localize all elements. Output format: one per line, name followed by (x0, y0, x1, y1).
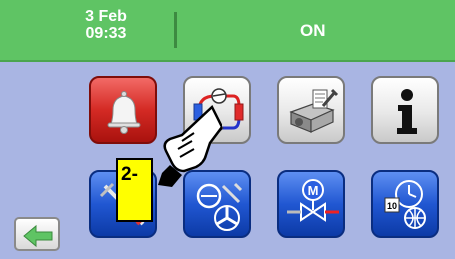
info-icon (397, 89, 417, 134)
alarm-button[interactable] (89, 76, 157, 144)
left-arrow-icon (23, 224, 53, 248)
alarm-bell-icon (107, 91, 141, 134)
header-divider (174, 12, 177, 48)
main-menu-screen: 3 Feb 09:33 ON M 10 2- (0, 0, 455, 259)
unit-status: ON (300, 21, 326, 40)
svg-text:10: 10 (387, 201, 397, 211)
time-text: 09:33 (85, 25, 127, 42)
datetime: 3 Feb 09:33 (66, 8, 146, 42)
svg-text:M: M (308, 183, 319, 198)
motor-valve-button[interactable]: M (277, 170, 345, 238)
date-text: 3 Feb (85, 8, 127, 25)
status-header: 3 Feb 09:33 ON (0, 0, 455, 62)
motor-valve-icon: M (287, 179, 339, 222)
calendar-clock-globe-button[interactable]: 10 (371, 170, 439, 238)
step-callout: 2- (116, 158, 153, 222)
calendar-clock-globe-icon: 10 (384, 180, 426, 229)
step-label: 2- (121, 164, 138, 185)
back-button[interactable] (14, 217, 60, 251)
info-button[interactable] (371, 76, 439, 144)
unit-settings-icon (289, 88, 339, 133)
pointing-hand-icon (158, 104, 222, 187)
unit-settings-button[interactable] (277, 76, 345, 144)
